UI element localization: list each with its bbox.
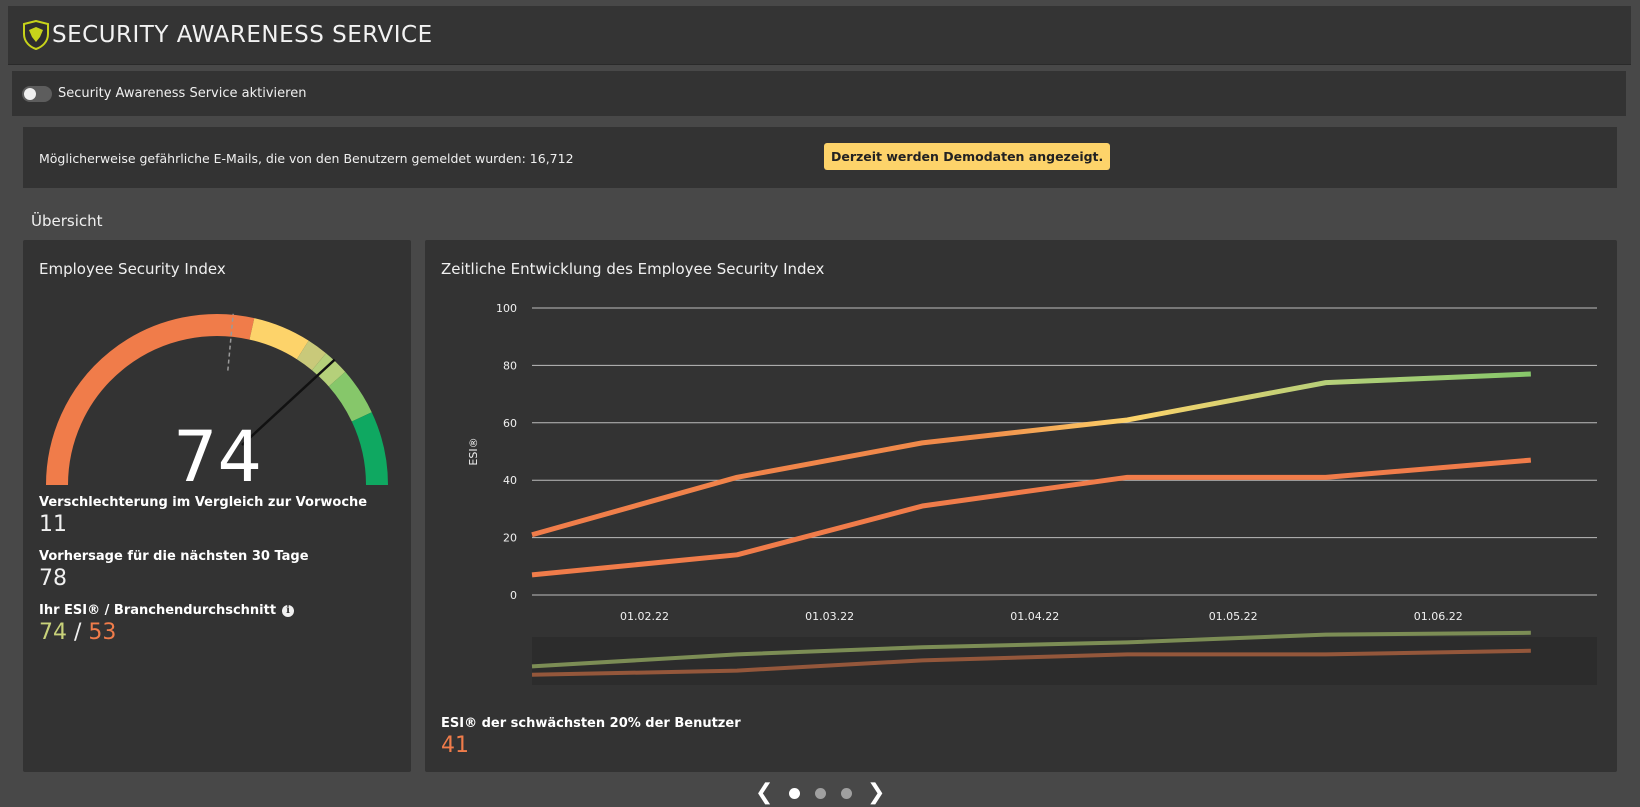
series-line-2 xyxy=(531,457,1532,578)
x-tick-label: 01.03.22 xyxy=(805,610,854,623)
app-title: SECURITY AWARENESS SERVICE xyxy=(52,22,433,48)
y-tick-label: 100 xyxy=(496,302,517,315)
reported-emails-text: Möglicherweise gefährliche E-Mails, die … xyxy=(39,151,574,166)
x-tick-label: 01.05.22 xyxy=(1209,610,1258,623)
x-tick-label: 01.04.22 xyxy=(1010,610,1059,623)
page-dot-2[interactable] xyxy=(815,788,826,799)
series-line-1 xyxy=(531,371,1531,538)
chevron-right-icon[interactable]: ❯ xyxy=(867,782,885,804)
x-tick-label: 01.06.22 xyxy=(1414,610,1463,623)
activate-toggle[interactable] xyxy=(22,86,52,102)
y-tick-label: 40 xyxy=(503,474,517,487)
forecast-label: Vorhersage für die nächsten 30 Tage xyxy=(39,549,309,564)
decline-value: 11 xyxy=(39,512,67,537)
esi-card: Employee Security Index 74 Verschlechter… xyxy=(23,240,411,772)
industry-average-value: 53 xyxy=(88,620,117,645)
esi-trend-chart: 0 20 40 60 80 100 01.02.22 01.03.22 01.04.22 01.0… xyxy=(467,302,1597,685)
page-dot-3[interactable] xyxy=(841,788,852,799)
trend-card: Zeitliche Entwicklung des Employee Secur… xyxy=(425,240,1617,772)
weakest-users-label: ESI® der schwächsten 20% der Benutzer xyxy=(441,716,741,731)
info-bar: Möglicherweise gefährliche E-Mails, die … xyxy=(23,127,1617,188)
comparison-values: 74 / 53 xyxy=(39,620,116,645)
info-icon[interactable]: i xyxy=(282,605,295,617)
title-bar: SECURITY AWARENESS SERVICE xyxy=(8,6,1631,65)
comparison-label: Ihr ESI® / Branchendurchschnitt i xyxy=(39,603,295,618)
comparison-separator: / xyxy=(74,620,82,645)
weakest-users-value: 41 xyxy=(441,733,469,758)
gauge-segment-top xyxy=(351,412,388,486)
shield-logo-icon xyxy=(23,20,49,50)
toggle-knob xyxy=(24,88,36,100)
decline-label: Verschlechterung im Vergleich zur Vorwoc… xyxy=(39,495,368,510)
page-dot-1[interactable] xyxy=(789,788,800,799)
forecast-value: 78 xyxy=(39,566,67,591)
demo-data-badge: Derzeit werden Demodaten angezeigt. xyxy=(824,143,1111,170)
x-tick-label: 01.02.22 xyxy=(620,610,669,623)
gauge-segment-mid-high xyxy=(296,340,326,371)
your-esi-value: 74 xyxy=(39,620,67,645)
gauge-segment-mid xyxy=(249,318,309,360)
activation-bar: Security Awareness Service aktivieren xyxy=(12,71,1626,116)
comparison-label-text: Ihr ESI® / Branchendurchschnitt xyxy=(39,603,277,618)
y-tick-label: 0 xyxy=(510,589,517,602)
y-tick-label: 60 xyxy=(503,417,517,430)
activate-toggle-label: Security Awareness Service aktivieren xyxy=(58,86,307,101)
y-tick-label: 80 xyxy=(503,359,517,372)
chevron-left-icon[interactable]: ❮ xyxy=(755,782,773,804)
esi-value: 74 xyxy=(173,416,263,498)
y-tick-label: 20 xyxy=(503,532,517,545)
overview-title: Übersicht xyxy=(31,212,103,230)
y-axis-label: ESI® xyxy=(467,437,480,465)
gauge-segment-higher xyxy=(328,371,372,422)
